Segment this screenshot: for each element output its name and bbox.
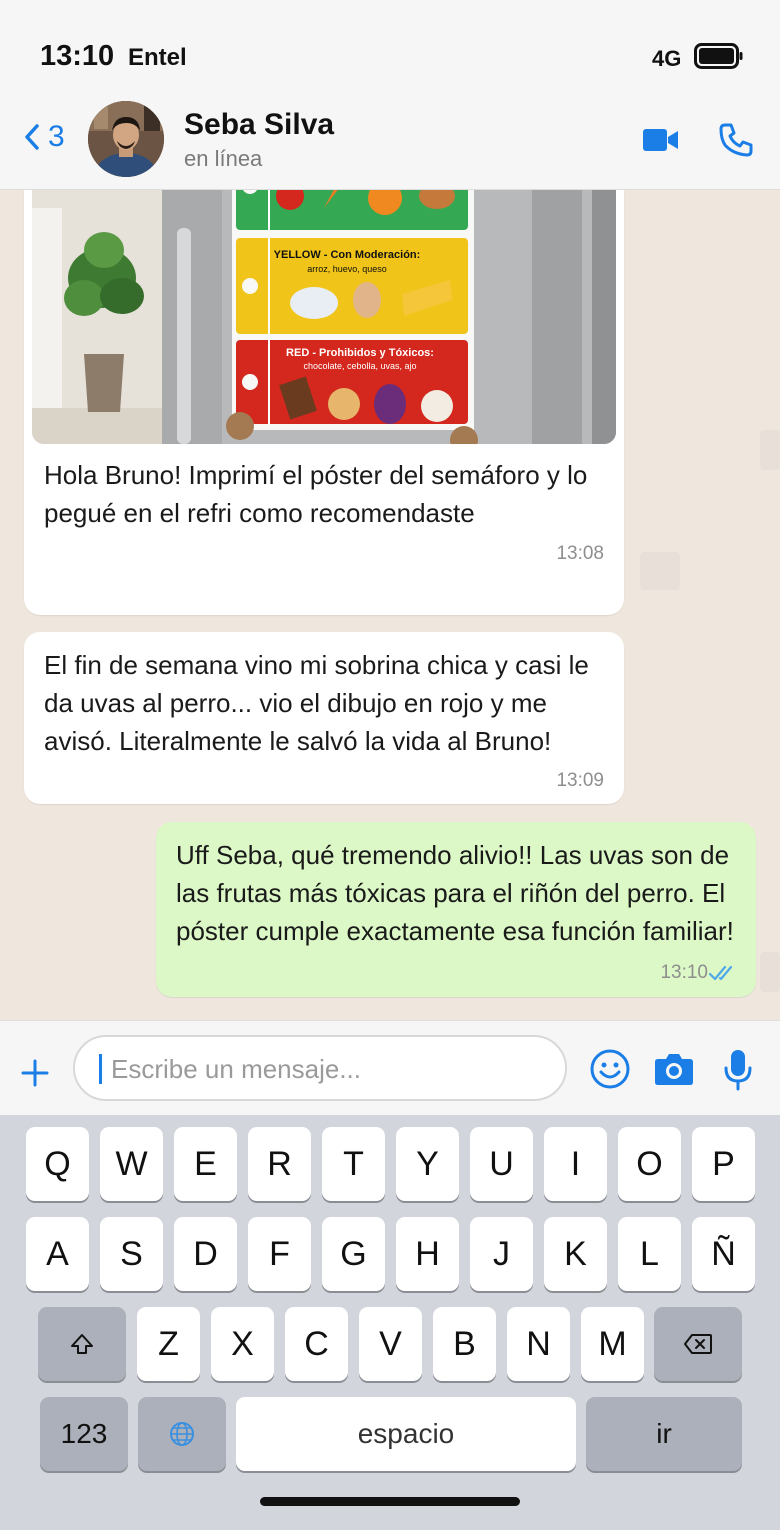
microphone-icon[interactable] [722,1048,754,1092]
emoji-icon[interactable] [589,1048,631,1090]
message-time: 13:09 [556,770,604,791]
key-n[interactable]: N [507,1307,570,1381]
message-text: Hola Bruno! Imprimí el póster del semáfo… [44,460,588,528]
read-ticks-icon [708,965,733,981]
key-o[interactable]: O [618,1127,681,1201]
message-input[interactable]: Escribe un mensaje... [73,1035,567,1101]
key-w[interactable]: W [100,1127,163,1201]
key-a[interactable]: A [26,1217,89,1291]
video-call-icon[interactable] [643,127,679,153]
key-x[interactable]: X [211,1307,274,1381]
background-pattern [760,430,780,470]
back-button[interactable]: 3 [24,120,65,154]
key-h[interactable]: H [396,1217,459,1291]
keyboard: Q W E R T Y U I O P A S D F G H J K L Ñ … [0,1115,780,1530]
key-z[interactable]: Z [137,1307,200,1381]
globe-key[interactable] [138,1397,226,1471]
poster-red-items: chocolate, cebolla, uvas, ajo [303,361,416,371]
key-p[interactable]: P [692,1127,755,1201]
background-pattern [760,952,780,992]
status-time: 13:10 [40,40,115,72]
key-f[interactable]: F [248,1217,311,1291]
message-time: 13:08 [556,543,604,564]
key-y[interactable]: Y [396,1127,459,1201]
camera-icon[interactable] [654,1051,694,1087]
contact-status: en línea [184,146,263,171]
chat-header: 3 Seba Silva en línea [0,100,780,190]
space-key[interactable]: espacio [236,1397,576,1471]
key-s[interactable]: S [100,1217,163,1291]
numbers-key[interactable]: 123 [40,1397,128,1471]
key-b[interactable]: B [433,1307,496,1381]
shift-key[interactable] [38,1307,126,1381]
message-bubble-outgoing[interactable]: Uff Seba, qué tremendo alivio!! Las uvas… [156,822,756,997]
key-q[interactable]: Q [26,1127,89,1201]
poster-yellow-items: arroz, huevo, queso [307,264,387,274]
return-key[interactable]: ir [586,1397,742,1471]
avatar[interactable] [88,101,164,177]
key-k[interactable]: K [544,1217,607,1291]
backspace-icon [684,1334,712,1354]
key-r[interactable]: R [248,1127,311,1201]
message-list[interactable]: YELLOW - Con Moderación: arroz, huevo, q… [0,190,780,1020]
message-bubble-incoming[interactable]: YELLOW - Con Moderación: arroz, huevo, q… [24,190,624,615]
poster-yellow-title: YELLOW - Con Moderación: [274,249,421,261]
avatar-photo [88,101,164,177]
key-enye[interactable]: Ñ [692,1217,755,1291]
message-input-placeholder: Escribe un mensaje... [111,1054,362,1084]
status-bar: 13:10 Entel 4G [0,0,780,100]
phone-icon[interactable] [718,122,754,158]
key-i[interactable]: I [544,1127,607,1201]
key-l[interactable]: L [618,1217,681,1291]
globe-icon [170,1422,194,1446]
key-u[interactable]: U [470,1127,533,1201]
fridge-poster-photo: YELLOW - Con Moderación: arroz, huevo, q… [32,190,616,444]
background-pattern [640,552,680,590]
key-g[interactable]: G [322,1217,385,1291]
contact-name[interactable]: Seba Silva [184,108,334,142]
message-text: El fin de semana vino mi sobrina chica y… [44,650,589,756]
home-indicator[interactable] [260,1497,520,1506]
message-image[interactable]: YELLOW - Con Moderación: arroz, huevo, q… [32,190,616,444]
unread-count: 3 [48,120,65,153]
message-bubble-incoming[interactable]: El fin de semana vino mi sobrina chica y… [24,632,624,804]
key-d[interactable]: D [174,1217,237,1291]
message-time: 13:10 [660,962,708,983]
key-m[interactable]: M [581,1307,644,1381]
input-bar: Escribe un mensaje... [0,1020,780,1115]
poster-red-title: RED - Prohibidos y Tóxicos: [286,347,434,359]
key-j[interactable]: J [470,1217,533,1291]
text-caret [99,1054,102,1084]
back-chevron-icon [25,124,39,150]
key-t[interactable]: T [322,1127,385,1201]
shift-icon [71,1334,93,1354]
battery-icon [694,43,743,69]
key-c[interactable]: C [285,1307,348,1381]
status-carrier: Entel [128,44,187,71]
plus-icon[interactable] [20,1058,50,1088]
key-e[interactable]: E [174,1127,237,1201]
key-v[interactable]: V [359,1307,422,1381]
message-text: Uff Seba, qué tremendo alivio!! Las uvas… [176,840,734,946]
backspace-key[interactable] [654,1307,742,1381]
status-network: 4G [652,46,682,71]
